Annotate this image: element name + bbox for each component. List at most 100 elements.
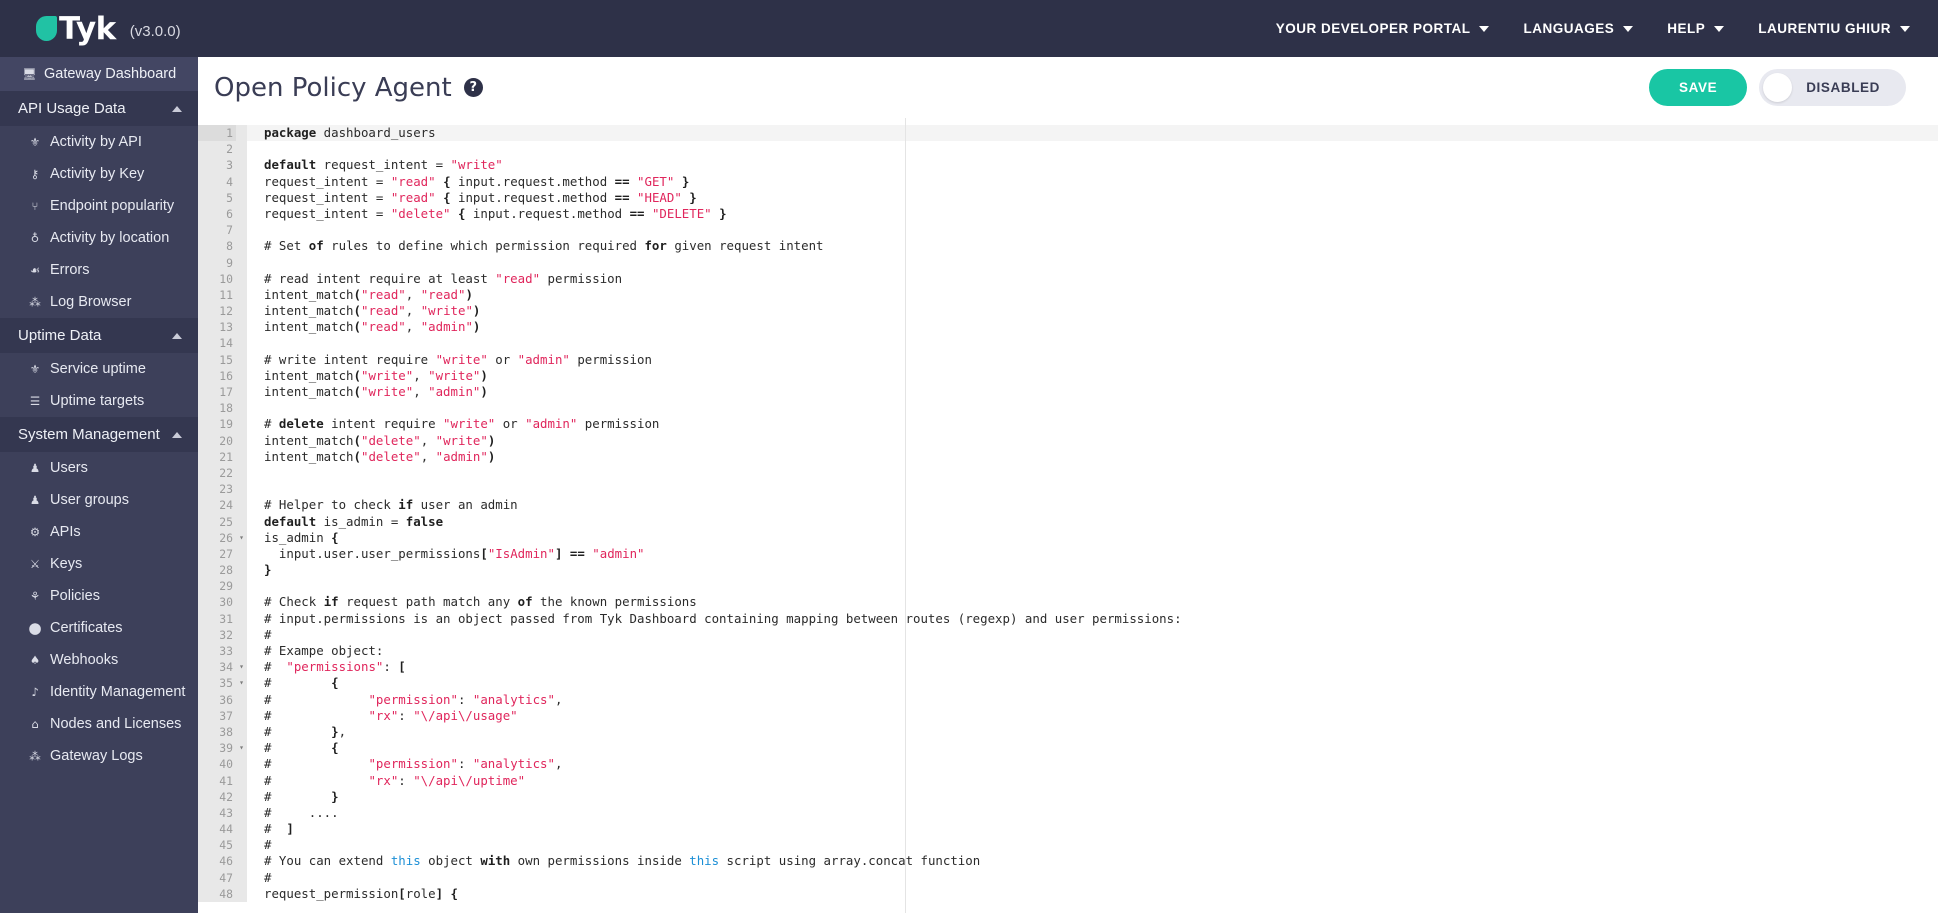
- nav-user-menu[interactable]: LAURENTIU GHIUR: [1758, 21, 1910, 36]
- line-number: 13: [198, 319, 236, 336]
- sidebar-item-activity-by-api[interactable]: ⚜ Activity by API: [0, 126, 198, 158]
- code-line[interactable]: 45 #: [198, 837, 1938, 854]
- sidebar-section-api-usage-data[interactable]: API Usage Data: [0, 91, 198, 126]
- code-line[interactable]: 25 default is_admin = false: [198, 513, 1938, 530]
- code-line[interactable]: 13 intent_match("read", "admin"): [198, 319, 1938, 336]
- nav-help[interactable]: HELP: [1667, 21, 1725, 36]
- sidebar-item-errors[interactable]: ☙ Errors: [0, 254, 198, 286]
- code-line[interactable]: 11 intent_match("read", "read"): [198, 286, 1938, 304]
- sidebar-item-endpoint-popularity[interactable]: ⑂ Endpoint popularity: [0, 190, 198, 222]
- page-header: Open Policy Agent ? SAVE DISABLED: [198, 57, 1938, 118]
- top-nav: YOUR DEVELOPER PORTAL LANGUAGES HELP LAU…: [1276, 21, 1910, 36]
- code-line[interactable]: 18: [198, 400, 1938, 417]
- code-line[interactable]: 39 ▾ # {: [198, 740, 1938, 757]
- sidebar-section-uptime-data[interactable]: Uptime Data: [0, 318, 198, 353]
- sidebar-item-service-uptime[interactable]: ⚜ Service uptime: [0, 353, 198, 385]
- code-line[interactable]: 22: [198, 464, 1938, 482]
- code-line[interactable]: 44 # ]: [198, 821, 1938, 838]
- code-line[interactable]: 6 request_intent = "delete" { input.reque…: [198, 205, 1938, 223]
- fold-toggle-icon[interactable]: ▾: [236, 659, 247, 676]
- fold-spacer: [236, 238, 247, 255]
- code-line[interactable]: 7: [198, 222, 1938, 239]
- sidebar-item-gateway-dashboard[interactable]: 🖥 Gateway Dashboard: [0, 57, 198, 91]
- code-line[interactable]: 4 request_intent = "read" { input.request…: [198, 173, 1938, 190]
- sidebar-item-uptime-targets[interactable]: ☰ Uptime targets: [0, 385, 198, 417]
- code-line[interactable]: 32 #: [198, 626, 1938, 643]
- fold-toggle-icon[interactable]: ▾: [236, 675, 247, 692]
- sidebar-item-label: Activity by location: [50, 230, 170, 246]
- sidebar-item-nodes-and-licenses[interactable]: ⌂ Nodes and Licenses: [0, 708, 198, 740]
- nav-developer-portal[interactable]: YOUR DEVELOPER PORTAL: [1276, 21, 1490, 36]
- code-line[interactable]: 46 # You can extend this object with own …: [198, 853, 1938, 870]
- code-line[interactable]: 48 request_permission[role] {: [198, 885, 1938, 902]
- sidebar-item-webhooks[interactable]: ♠ Webhooks: [0, 644, 198, 676]
- sidebar-item-certificates[interactable]: ⬤ Certificates: [0, 612, 198, 644]
- code-line[interactable]: 27 input.user.user_permissions["IsAdmin"…: [198, 545, 1938, 563]
- sidebar-section-system-management[interactable]: System Management: [0, 417, 198, 452]
- line-number: 25: [198, 513, 236, 530]
- chevron-up-icon: [172, 105, 182, 112]
- sidebar-item-identity-management[interactable]: ♪ Identity Management: [0, 676, 198, 708]
- code-line[interactable]: 47 #: [198, 869, 1938, 886]
- code-line[interactable]: 40 # "permission": "analytics",: [198, 756, 1938, 773]
- question-mark-icon[interactable]: ?: [463, 78, 483, 97]
- nav-languages[interactable]: LANGUAGES: [1523, 21, 1634, 36]
- code-line[interactable]: 9: [198, 254, 1938, 271]
- fold-spacer: [236, 125, 247, 142]
- code-line[interactable]: 21 intent_match("delete", "admin"): [198, 448, 1938, 465]
- code-text: intent_match("read", "admin"): [264, 319, 481, 335]
- code-line[interactable]: 17 intent_match("write", "admin"): [198, 384, 1938, 401]
- brand[interactable]: Tyk (v3.0.0): [36, 13, 181, 44]
- sidebar-item-activity-by-key[interactable]: ⚷ Activity by Key: [0, 158, 198, 190]
- code-line[interactable]: 12 intent_match("read", "write"): [198, 303, 1938, 320]
- sidebar-item-log-browser[interactable]: ⁂ Log Browser: [0, 286, 198, 318]
- code-line[interactable]: 26 ▾ is_admin {: [198, 529, 1938, 546]
- code-line[interactable]: 1 package dashboard_users: [198, 125, 1938, 142]
- sidebar-item-user-groups[interactable]: ♟ User groups: [0, 484, 198, 516]
- sidebar-item-users[interactable]: ♟ Users: [0, 452, 198, 484]
- targets-icon: ☰: [29, 394, 41, 408]
- code-line[interactable]: 42 # }: [198, 788, 1938, 805]
- code-line[interactable]: 24 # Helper to check if user an admin: [198, 497, 1938, 514]
- code-editor[interactable]: 1 package dashboard_users 2 3 default reques…: [198, 118, 1938, 913]
- share-icon: ⚜: [29, 135, 41, 149]
- fold-toggle-icon[interactable]: ▾: [236, 740, 247, 757]
- code-line[interactable]: 31 # input.permissions is an object passe…: [198, 610, 1938, 627]
- code-line[interactable]: 3 default request_intent = "write": [198, 157, 1938, 174]
- code-line[interactable]: 19 # delete intent require "write" or "ad…: [198, 416, 1938, 433]
- sidebar-item-apis[interactable]: ⚙ APIs: [0, 516, 198, 548]
- code-line[interactable]: 37 # "rx": "\/api\/usage": [198, 707, 1938, 724]
- code-line[interactable]: 14: [198, 335, 1938, 352]
- enable-toggle[interactable]: DISABLED: [1759, 69, 1906, 106]
- save-button[interactable]: SAVE: [1649, 69, 1748, 106]
- code-line[interactable]: 43 # ....: [198, 804, 1938, 822]
- code-line[interactable]: 20 intent_match("delete", "write"): [198, 432, 1938, 449]
- sidebar-item-activity-by-location[interactable]: ♁ Activity by location: [0, 222, 198, 254]
- code-line[interactable]: 38 # },: [198, 723, 1938, 741]
- code-text: package dashboard_users: [247, 125, 1938, 142]
- code-line[interactable]: 23: [198, 481, 1938, 498]
- code-line[interactable]: 8 # Set of rules to define which permissi…: [198, 238, 1938, 255]
- fold-spacer: [236, 481, 247, 498]
- code-line[interactable]: 33 # Exampe object:: [198, 643, 1938, 660]
- sidebar-item-gateway-logs[interactable]: ⁂ Gateway Logs: [0, 740, 198, 772]
- fold-spacer: [236, 335, 247, 352]
- code-line[interactable]: 30 # Check if request path match any of t…: [198, 594, 1938, 611]
- code-line[interactable]: 16 intent_match("write", "write"): [198, 367, 1938, 384]
- code-line[interactable]: 5 request_intent = "read" { input.request…: [198, 189, 1938, 206]
- code-line[interactable]: 36 # "permission": "analytics",: [198, 691, 1938, 708]
- code-line[interactable]: 10 # read intent require at least "read" …: [198, 270, 1938, 287]
- code-line[interactable]: 28}: [198, 562, 1938, 579]
- code-line[interactable]: 35 ▾ # {: [198, 675, 1938, 692]
- sidebar-item-keys[interactable]: ⚔ Keys: [0, 548, 198, 580]
- code-line[interactable]: 34 ▾ # "permissions": [: [198, 659, 1938, 676]
- code-line[interactable]: 41 # "rx": "\/api\/uptime": [198, 772, 1938, 789]
- fold-toggle-icon[interactable]: ▾: [236, 529, 247, 546]
- code-body[interactable]: 1 package dashboard_users 2 3 default reques…: [198, 118, 1938, 902]
- code-line[interactable]: 15 # write intent require "write" or "adm…: [198, 351, 1938, 368]
- tyk-logo[interactable]: Tyk: [36, 13, 116, 44]
- code-line[interactable]: 2: [198, 141, 1938, 158]
- sidebar-item-policies[interactable]: ⚘ Policies: [0, 580, 198, 612]
- code-line[interactable]: 29: [198, 578, 1938, 595]
